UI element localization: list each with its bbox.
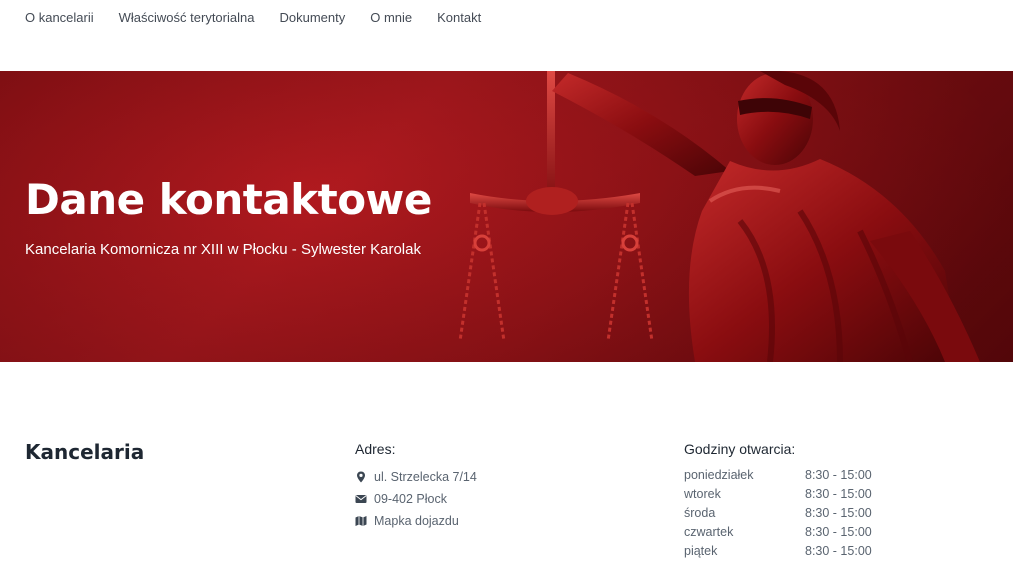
hours-row: czwartek 8:30 - 15:00 (684, 523, 872, 542)
address-city-row: 09-402 Płock (355, 488, 615, 510)
address-street-row: ul. Strzelecka 7/14 (355, 466, 615, 488)
nav-item: O mnie (370, 10, 437, 26)
hours-day: poniedziałek (684, 468, 754, 482)
hours-row: środa 8:30 - 15:00 (684, 504, 872, 523)
hours-row: poniedziałek 8:30 - 15:00 (684, 466, 872, 485)
office-title: Kancelaria (25, 440, 145, 464)
hours-row: wtorek 8:30 - 15:00 (684, 485, 872, 504)
nav-link-kontakt[interactable]: Kontakt (437, 10, 481, 26)
nav-link-wlasciwosc-terytorialna[interactable]: Właściwość terytorialna (119, 10, 255, 26)
map-link-label[interactable]: Mapka dojazdu (374, 514, 459, 528)
hours-row: piątek 8:30 - 15:00 (684, 542, 872, 561)
opening-hours-heading: Godziny otwarcia: (684, 441, 796, 457)
nav-item: Kontakt (437, 10, 506, 26)
hours-day: środa (684, 506, 716, 520)
hero-banner: Dane kontaktowe Kancelaria Komornicza nr… (0, 71, 1013, 362)
lady-justice-image (458, 71, 980, 362)
nav-link-o-mnie[interactable]: O mnie (370, 10, 412, 26)
address-street: ul. Strzelecka 7/14 (374, 470, 477, 484)
nav-menu: O kancelarii Właściwość terytorialna Dok… (25, 10, 506, 26)
envelope-icon (355, 495, 367, 503)
hours-day: wtorek (684, 487, 721, 501)
top-navigation: O kancelarii Właściwość terytorialna Dok… (0, 0, 1013, 71)
address-city: 09-402 Płock (374, 492, 447, 506)
hours-time: 8:30 - 15:00 (805, 544, 872, 558)
hours-time: 8:30 - 15:00 (805, 487, 872, 501)
nav-item: Dokumenty (279, 10, 370, 26)
map-marker-icon (357, 471, 365, 483)
nav-item: Właściwość terytorialna (119, 10, 280, 26)
address-block: Adres: ul. Strzelecka 7/14 09-402 Płock … (355, 440, 615, 532)
hours-day: piątek (684, 544, 718, 558)
hours-time: 8:30 - 15:00 (805, 468, 872, 482)
map-icon (355, 516, 367, 526)
nav-link-dokumenty[interactable]: Dokumenty (279, 10, 345, 26)
page-title: Dane kontaktowe (25, 175, 432, 224)
hours-time: 8:30 - 15:00 (805, 525, 872, 539)
nav-link-o-kancelarii[interactable]: O kancelarii (25, 10, 94, 26)
contact-section: Kancelaria Adres: ul. Strzelecka 7/14 09… (0, 362, 1013, 570)
address-heading: Adres: (355, 441, 396, 457)
hours-time: 8:30 - 15:00 (805, 506, 872, 520)
hours-day: czwartek (684, 525, 734, 539)
nav-item: O kancelarii (25, 10, 119, 26)
map-link[interactable]: Mapka dojazdu (355, 510, 615, 532)
opening-hours-table: poniedziałek 8:30 - 15:00 wtorek 8:30 - … (684, 466, 872, 561)
page-subtitle: Kancelaria Komornicza nr XIII w Płocku -… (25, 241, 421, 258)
opening-hours-block: Godziny otwarcia: poniedziałek 8:30 - 15… (684, 440, 944, 561)
